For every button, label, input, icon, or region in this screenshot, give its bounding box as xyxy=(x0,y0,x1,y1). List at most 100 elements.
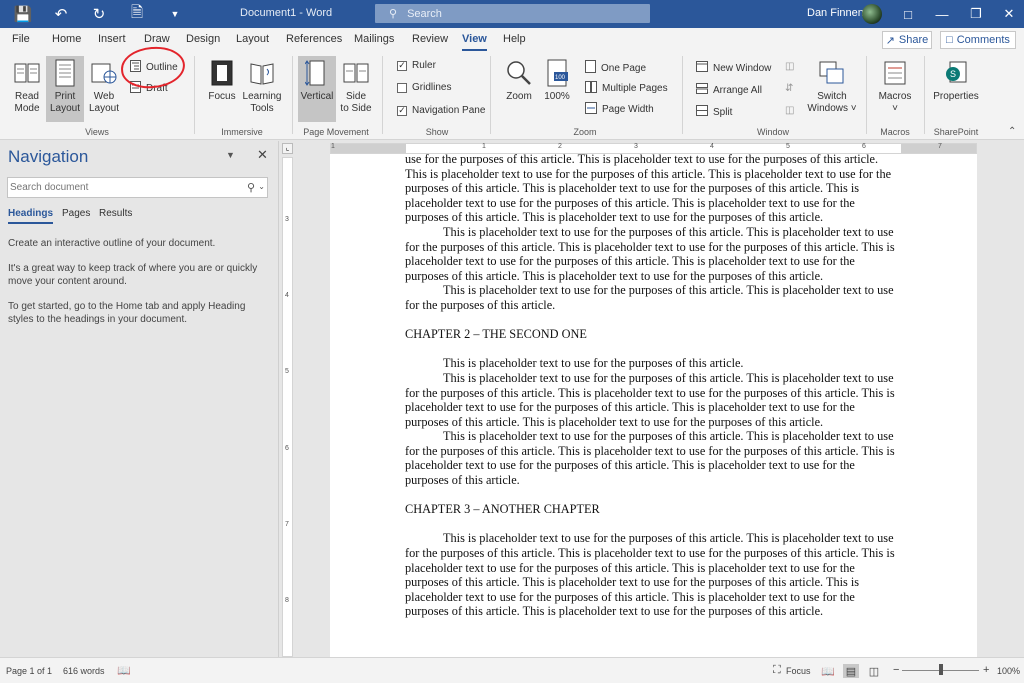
tab-draw[interactable]: Draw xyxy=(144,33,170,45)
chevron-down-icon[interactable]: ⌄ xyxy=(258,182,265,191)
tab-design[interactable]: Design xyxy=(186,33,220,45)
print-layout-view-icon[interactable]: ▤ xyxy=(843,664,859,678)
body-paragraph[interactable]: This is placeholder text to use for the … xyxy=(405,371,897,429)
focus-button[interactable]: Focus xyxy=(204,58,240,118)
close-icon[interactable]: ✕ xyxy=(257,147,268,163)
search-document-input[interactable]: Search document ⚲ ⌄ xyxy=(7,177,268,198)
ruler-number: 7 xyxy=(938,143,942,150)
arrange-all-button[interactable]: Arrange All xyxy=(696,83,762,97)
ruler-check-icon[interactable]: ✓ xyxy=(397,60,407,71)
ribbon-display-options-icon[interactable]: □ xyxy=(891,0,925,28)
side-to-side-button[interactable]: Side to Side xyxy=(338,58,374,118)
read-mode-button[interactable]: Read Mode xyxy=(8,58,46,118)
ribbon: Read Mode Print Layout Web Layout Outlin… xyxy=(0,52,1024,140)
avatar[interactable] xyxy=(862,4,882,24)
zoom-level[interactable]: 100% xyxy=(997,666,1020,676)
ruler-checkbox[interactable]: ✓ Ruler xyxy=(397,60,436,71)
body-paragraph[interactable]: This is placeholder text to use for the … xyxy=(405,429,897,487)
gridlines-check-icon[interactable] xyxy=(397,82,407,93)
print-layout-button[interactable]: Print Layout xyxy=(46,56,84,122)
properties-label: Properties xyxy=(933,91,979,102)
chapter-heading[interactable]: CHAPTER 3 – ANOTHER CHAPTER xyxy=(405,502,897,517)
pane-options-chevron-icon[interactable]: ▼ xyxy=(226,150,235,160)
zoom-in-icon[interactable]: + xyxy=(983,664,989,676)
document-page[interactable]: use for the purposes of this article. Th… xyxy=(330,154,977,657)
synchronous-scrolling-icon[interactable]: ⇵ xyxy=(785,83,793,94)
gridlines-checkbox[interactable]: Gridlines xyxy=(397,82,451,93)
restore-icon[interactable]: ❐ xyxy=(959,0,993,28)
zoom-100-button[interactable]: 100 100% xyxy=(540,58,574,118)
navigation-pane-check-icon[interactable]: ✓ xyxy=(397,105,407,116)
tab-references[interactable]: References xyxy=(286,33,342,45)
share-label: Share xyxy=(898,34,929,46)
ruler-number: 2 xyxy=(558,143,562,150)
macros-button[interactable]: Macros ˅ xyxy=(876,58,914,124)
reset-window-position-icon[interactable]: ◫ xyxy=(785,105,794,116)
minimize-icon[interactable]: — xyxy=(925,0,959,28)
body-paragraph[interactable]: This is placeholder text to use for the … xyxy=(405,531,897,619)
vertical-button[interactable]: Vertical xyxy=(298,56,336,122)
page-width-label: Page Width xyxy=(602,104,654,115)
tab-help[interactable]: Help xyxy=(503,33,526,45)
view-side-by-side-icon[interactable]: ◫ xyxy=(785,61,794,72)
undo-icon[interactable]: ↶ xyxy=(46,0,76,28)
tab-layout[interactable]: Layout xyxy=(236,33,269,45)
tab-file[interactable]: File xyxy=(12,33,30,45)
tab-home[interactable]: Home xyxy=(52,33,81,45)
nav-tab-pages[interactable]: Pages xyxy=(62,208,90,219)
comment-icon: □ xyxy=(946,34,953,46)
web-layout-button[interactable]: Web Layout xyxy=(86,58,122,118)
word-count[interactable]: 616 words xyxy=(63,666,105,676)
body-paragraph[interactable]: This is placeholder text to use for the … xyxy=(405,225,897,283)
multiple-pages-button[interactable]: Multiple Pages xyxy=(585,81,668,96)
redo-icon[interactable]: ↻ xyxy=(84,0,114,28)
search-icon[interactable]: ⚲ xyxy=(247,181,255,194)
zoom-slider-thumb[interactable] xyxy=(938,664,943,675)
close-window-icon[interactable]: ✕ xyxy=(992,0,1024,28)
horizontal-ruler[interactable]: 1 1 2 3 4 5 6 7 xyxy=(330,143,977,154)
one-page-button[interactable]: One Page xyxy=(585,60,646,76)
comments-button[interactable]: □ Comments xyxy=(940,31,1016,49)
split-button[interactable]: Split xyxy=(696,105,732,119)
collapse-ribbon-icon[interactable]: ⌃ xyxy=(1008,126,1016,137)
body-paragraph[interactable]: This is placeholder text to use for the … xyxy=(405,356,897,371)
document-body[interactable]: use for the purposes of this article. Th… xyxy=(405,154,897,619)
tab-insert[interactable]: Insert xyxy=(98,33,126,45)
tab-selector-icon[interactable]: ⌞ xyxy=(282,143,293,154)
read-mode-view-icon[interactable]: 📖 xyxy=(820,664,836,678)
learning-tools-button[interactable]: Learning Tools xyxy=(241,58,283,118)
switch-windows-label-1: Switch xyxy=(817,91,847,102)
tab-view[interactable]: View xyxy=(462,33,487,51)
page-width-button[interactable]: Page Width xyxy=(585,102,654,117)
new-window-button[interactable]: New Window xyxy=(696,61,771,75)
navigation-pane-checkbox[interactable]: ✓ Navigation Pane xyxy=(397,105,485,116)
outline-button[interactable]: Outline xyxy=(130,60,178,75)
zoom-button[interactable]: Zoom xyxy=(502,58,536,118)
page-count[interactable]: Page 1 of 1 xyxy=(6,666,52,676)
chapter-heading[interactable]: CHAPTER 2 – THE SECOND ONE xyxy=(405,327,897,342)
customize-toolbar-icon[interactable]: ▼ xyxy=(160,0,190,28)
draft-button[interactable]: Draft xyxy=(130,81,168,96)
zoom-out-icon[interactable]: − xyxy=(893,664,899,676)
tab-review[interactable]: Review xyxy=(412,33,448,45)
save-icon[interactable]: 💾 xyxy=(8,0,38,28)
switch-windows-button[interactable]: Switch Windows ˅ xyxy=(806,58,858,118)
nav-tab-results[interactable]: Results xyxy=(99,208,132,219)
focus-mode-icon[interactable]: ⛶ xyxy=(773,664,781,677)
new-document-icon[interactable]: 🗎 xyxy=(122,0,152,28)
read-mode-icon xyxy=(13,58,41,88)
tell-me-search[interactable]: ⚲ Search xyxy=(375,4,650,23)
web-layout-view-icon[interactable]: ◫ xyxy=(866,664,882,678)
tab-mailings[interactable]: Mailings xyxy=(354,33,394,45)
share-button[interactable]: ↗ Share xyxy=(882,31,932,49)
body-paragraph[interactable]: This is placeholder text to use for the … xyxy=(405,283,897,312)
vertical-ruler[interactable]: 3 4 5 6 7 8 xyxy=(282,157,293,657)
properties-button[interactable]: S Properties xyxy=(930,58,982,118)
macros-dropdown-icon: ˅ xyxy=(892,103,898,114)
nav-tab-headings[interactable]: Headings xyxy=(8,208,54,224)
user-name[interactable]: Dan Finnen xyxy=(807,7,864,19)
focus-mode-label[interactable]: Focus xyxy=(786,666,811,676)
draft-label: Draft xyxy=(146,83,168,94)
body-paragraph[interactable]: use for the purposes of this article. Th… xyxy=(405,154,897,225)
proofing-icon[interactable]: 📖 xyxy=(117,664,131,677)
